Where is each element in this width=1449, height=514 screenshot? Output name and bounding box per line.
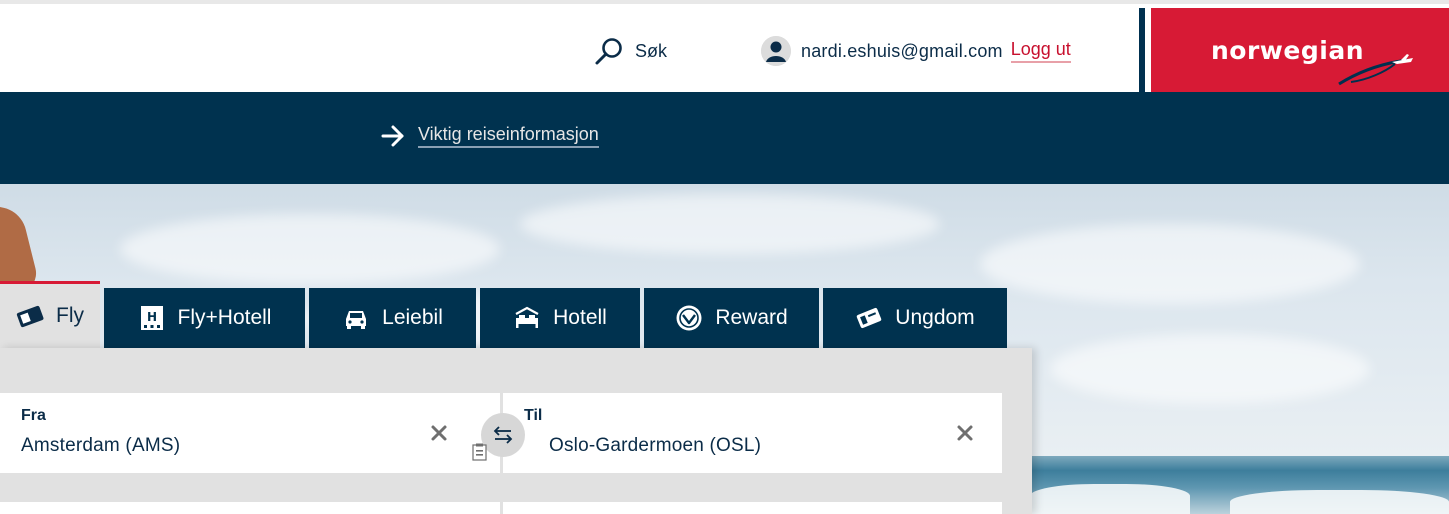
tab-ungdom[interactable]: Ungdom	[823, 288, 1007, 348]
from-field[interactable]: Fra Amsterdam (AMS)	[0, 393, 500, 473]
to-label: Til	[524, 407, 543, 424]
top-header: Søk nardi.eshuis@gmail.com Logg ut norwe…	[0, 0, 1449, 96]
search-button[interactable]: Søk	[594, 36, 667, 66]
svg-text:H: H	[146, 310, 156, 324]
tab-label: Ungdom	[895, 306, 975, 329]
plane-swoosh-icon	[1338, 54, 1413, 86]
tab-label: Leiebil	[382, 306, 443, 329]
from-label: Fra	[21, 407, 46, 424]
bed-icon	[515, 306, 539, 328]
tab-reward[interactable]: Reward	[644, 288, 819, 348]
tab-fly-hotell[interactable]: H Fly+Hotell	[104, 288, 305, 348]
user-area: nardi.eshuis@gmail.com Logg ut	[761, 36, 1071, 66]
tab-leiebil[interactable]: Leiebil	[309, 288, 476, 348]
date-field-from[interactable]	[0, 502, 500, 514]
car-icon	[346, 311, 367, 329]
search-icon	[595, 38, 622, 65]
clear-from-icon[interactable]	[430, 424, 448, 442]
notice-band	[0, 92, 1449, 184]
date-field-to[interactable]	[503, 502, 1002, 514]
logout-link[interactable]: Logg ut	[1010, 39, 1071, 63]
arrow-right-icon	[381, 125, 404, 147]
tab-label: Fly	[56, 304, 84, 327]
swap-arrows-icon	[493, 426, 513, 444]
from-value[interactable]: Amsterdam (AMS)	[21, 435, 180, 457]
norwegian-logo[interactable]: norwegian	[1151, 8, 1449, 96]
to-field[interactable]: Til Oslo-Gardermoen (OSL)	[503, 393, 1002, 473]
clipboard-icon	[472, 443, 487, 461]
ticket-icon	[16, 305, 44, 328]
clear-to-icon[interactable]	[956, 424, 974, 442]
tab-label: Fly+Hotell	[177, 306, 272, 329]
user-email: nardi.eshuis@gmail.com	[801, 40, 1003, 61]
logo-divider	[1139, 8, 1145, 96]
tab-fly[interactable]: Fly	[0, 281, 100, 348]
hotel-building-icon: H	[140, 306, 163, 330]
travel-info-link[interactable]: Viktig reiseinformasjon	[381, 124, 599, 148]
youth-ticket-icon	[857, 307, 882, 329]
to-value[interactable]: Oslo-Gardermoen (OSL)	[549, 435, 761, 457]
travel-info-label: Viktig reiseinformasjon	[418, 124, 599, 148]
search-label: Søk	[635, 40, 668, 61]
avatar-icon[interactable]	[761, 36, 791, 66]
tab-label: Hotell	[553, 306, 607, 329]
swap-button[interactable]	[481, 413, 525, 457]
reward-badge-icon	[676, 305, 702, 331]
tab-label: Reward	[715, 306, 788, 329]
tab-hotell[interactable]: Hotell	[480, 288, 640, 348]
